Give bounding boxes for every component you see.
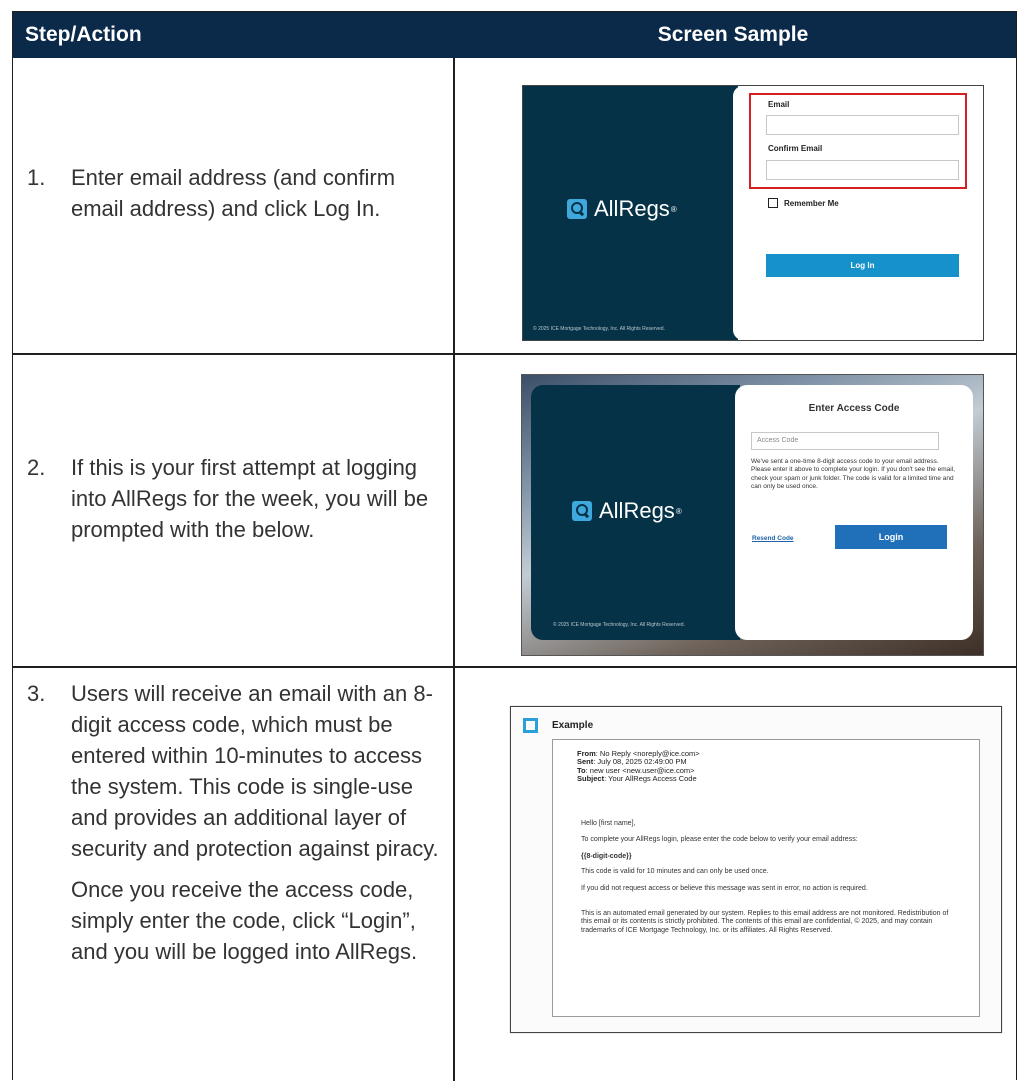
confirm-email-label: Confirm Email xyxy=(768,144,823,153)
log-in-button[interactable]: Log In xyxy=(766,254,959,277)
allregs-logo: AllRegs ® xyxy=(567,196,677,222)
copyright-text: © 2025 ICE Mortgage Technology, Inc. All… xyxy=(553,622,685,628)
header-step-action: Step/Action xyxy=(25,23,142,46)
copyright-text: © 2025 ICE Mortgage Technology, Inc. All… xyxy=(533,326,665,332)
header-screen-sample: Screen Sample xyxy=(657,23,809,46)
logo-text: AllRegs xyxy=(594,196,670,221)
allregs-logo: AllRegs ® xyxy=(572,498,682,524)
email-greeting: Hello [first name], xyxy=(581,820,636,827)
access-code-title: Enter Access Code xyxy=(808,403,900,414)
step-text: Users will receive an email with an 8-di… xyxy=(71,681,439,861)
access-code-input[interactable]: Access Code xyxy=(751,432,939,450)
email-example-screenshot: Example From: No Reply <noreply@ice.com>… xyxy=(510,706,1002,1033)
search-magnifier-icon xyxy=(572,501,592,521)
email-instruction: To complete your AllRegs login, please e… xyxy=(581,836,858,843)
email-validity: This code is valid for 10 minutes and ca… xyxy=(581,868,769,875)
subject-line: Subject: Your AllRegs Access Code xyxy=(577,773,697,783)
instruction-table: Step/Action Screen Sample 1. Enter email… xyxy=(12,11,1017,1081)
step-text: Enter email address (and confirm email a… xyxy=(71,165,396,221)
table-header: Step/Action Screen Sample xyxy=(13,12,1016,58)
row-divider xyxy=(13,353,1016,355)
brand-panel: AllRegs ® © 2025 ICE Mortgage Technology,… xyxy=(523,86,738,340)
step-number: 3. xyxy=(27,681,46,706)
square-icon xyxy=(523,718,538,733)
step-number: 1. xyxy=(27,165,46,190)
confirm-email-field[interactable] xyxy=(766,160,959,180)
step-number: 2. xyxy=(27,455,46,480)
email-code: {{8-digit-code}} xyxy=(581,853,632,860)
remember-me-label: Remember Me xyxy=(784,199,839,208)
access-code-panel: Enter Access Code Access Code We've sent… xyxy=(735,385,973,640)
email-no-action: If you did not request access or believe… xyxy=(581,885,868,892)
resend-code-link[interactable]: Resend Code xyxy=(752,535,794,542)
brand-panel: AllRegs ® © 2025 ICE Mortgage Technology,… xyxy=(531,385,740,640)
email-label: Email xyxy=(768,100,790,109)
email-field[interactable] xyxy=(766,115,959,135)
row-divider xyxy=(13,666,1016,668)
step-text-block: Users will receive an email with an 8-di… xyxy=(71,678,441,977)
step-text: If this is your first attempt at logging… xyxy=(71,455,429,542)
access-code-info: We've sent a one-time 8-digit access cod… xyxy=(751,458,955,491)
access-code-screenshot: AllRegs ® © 2025 ICE Mortgage Technology,… xyxy=(521,374,984,656)
remember-me-checkbox[interactable] xyxy=(768,198,778,208)
column-divider xyxy=(453,58,455,1081)
login-screenshot: AllRegs ® © 2025 ICE Mortgage Technology,… xyxy=(522,85,984,341)
step-text-followup: Once you receive the access code, simply… xyxy=(71,877,418,964)
example-title: Example xyxy=(552,720,594,731)
email-headers: From: No Reply <noreply@ice.com> Sent: J… xyxy=(577,749,700,783)
search-magnifier-icon xyxy=(567,199,587,219)
logo-text: AllRegs xyxy=(599,498,675,523)
login-button[interactable]: Login xyxy=(835,525,947,549)
email-disclaimer: This is an automated email generated by … xyxy=(581,910,949,934)
email-body: From: No Reply <noreply@ice.com> Sent: J… xyxy=(552,739,980,1017)
